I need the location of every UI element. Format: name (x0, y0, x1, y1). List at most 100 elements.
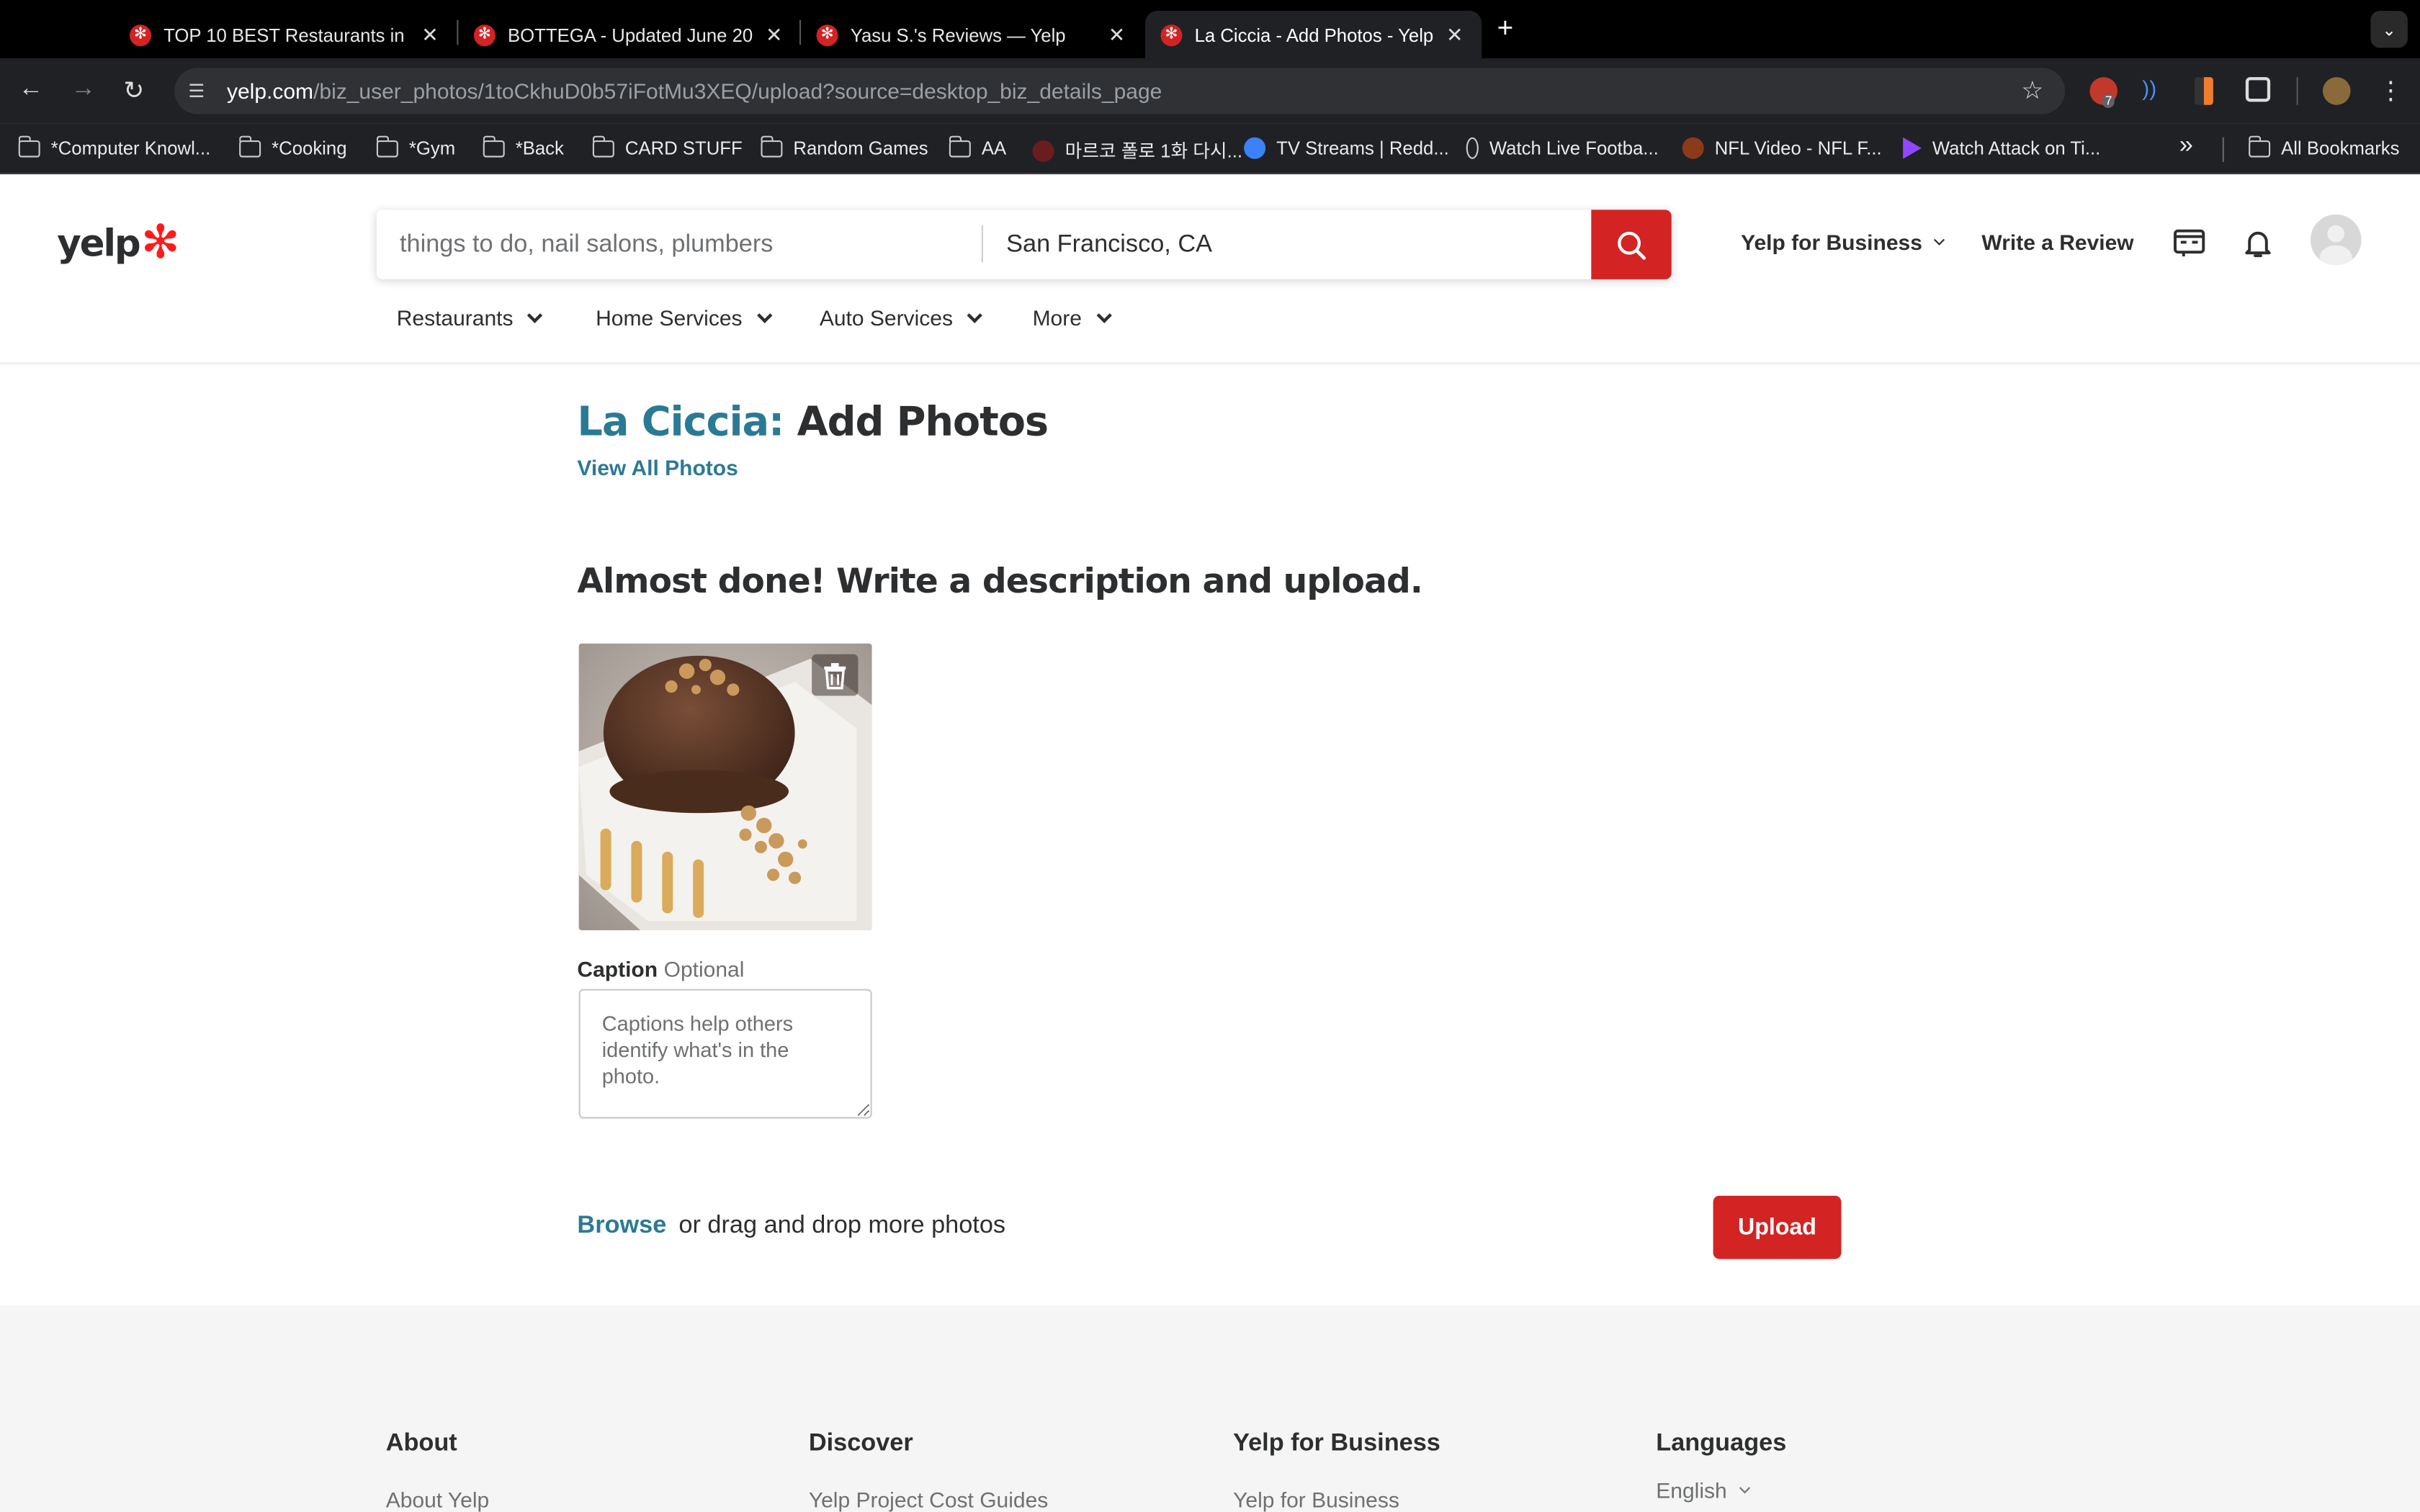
footer-link[interactable]: About Yelp (386, 1488, 490, 1512)
close-tab-icon[interactable]: ✕ (1446, 22, 1463, 47)
chevron-down-icon (1934, 233, 1946, 245)
yelp-favicon-icon: ✻ (1160, 24, 1183, 46)
bookmark-folder[interactable]: *Computer Knowl... (17, 135, 210, 159)
browser-tab[interactable]: ✻ Yasu S.'s Reviews — Yelp ✕ (801, 11, 1144, 58)
browse-link[interactable]: Browse (577, 1212, 666, 1238)
new-tab-icon[interactable]: + (1497, 12, 1514, 45)
upload-button[interactable]: Upload (1713, 1195, 1842, 1259)
site-footer: About About Yelp Discover Yelp Project C… (0, 1305, 2420, 1512)
forward-arrow-icon[interactable]: → (71, 76, 96, 104)
browser-tab-active[interactable]: ✻ La Ciccia - Add Photos - Yelp ✕ (1145, 11, 1482, 59)
bookmark-folder[interactable]: *Back (482, 135, 564, 159)
footer-column-languages: Languages English (1656, 1430, 1787, 1503)
close-tab-icon[interactable]: ✕ (766, 22, 782, 47)
user-avatar[interactable] (2310, 214, 2362, 266)
extensions-puzzle-icon[interactable] (2245, 77, 2271, 102)
messages-icon[interactable] (2172, 225, 2207, 267)
search-bar (376, 210, 1672, 279)
back-arrow-icon[interactable]: ← (19, 76, 43, 104)
folder-icon (375, 135, 398, 157)
search-icon (1618, 230, 1646, 259)
chevron-down-icon (1096, 307, 1112, 323)
search-input[interactable] (376, 210, 982, 279)
footer-link[interactable]: Yelp for Business (1233, 1488, 1440, 1512)
bookmark-folder[interactable]: CARD STUFF (591, 135, 743, 159)
more-bookmarks-icon[interactable]: » (2179, 132, 2193, 161)
extension-badge: 7 (2102, 94, 2115, 108)
close-tab-icon[interactable]: ✕ (1108, 22, 1125, 47)
browser-tab[interactable]: ✻ BOTTEGA - Updated June 2024 ✕ (458, 11, 801, 58)
read-aloud-icon[interactable]: )) (2142, 76, 2170, 104)
site-header: yelp ✻ Yelp for Business Write a Review (0, 174, 2420, 364)
toolbar-separator (2296, 77, 2298, 105)
site-settings-icon[interactable]: ☰ (188, 80, 212, 102)
chevron-down-icon (1739, 1482, 1750, 1493)
tab-title: La Ciccia - Add Photos - Yelp (1194, 24, 1434, 46)
chevron-down-icon (967, 307, 983, 323)
nav-home-services[interactable]: Home Services (596, 305, 773, 330)
bookmark-folder[interactable]: *Gym (375, 135, 455, 159)
business-name-link[interactable]: La Ciccia: (577, 400, 784, 446)
folder-icon (2248, 135, 2271, 157)
football-icon (1682, 137, 1704, 159)
footer-link[interactable]: Yelp Project Cost Guides (809, 1488, 1048, 1512)
bookmark-folder[interactable]: *Cooking (238, 135, 347, 159)
language-selector[interactable]: English (1656, 1478, 1786, 1503)
folder-icon (482, 135, 505, 157)
yelp-favicon-icon: ✻ (816, 24, 838, 46)
extension-icon[interactable] (2195, 77, 2213, 105)
yelp-favicon-icon: ✻ (473, 24, 496, 46)
view-all-photos-link[interactable]: View All Photos (577, 455, 738, 480)
browser-tab-bar: ✻ TOP 10 BEST Restaurants in San Francis… (0, 0, 2420, 59)
bookmark-link[interactable]: NFL Video - NFL F... (1682, 137, 1882, 159)
browse-row: Browse or drag and drop more photos (577, 1212, 1006, 1239)
bookmark-link[interactable]: Watch Attack on Ti... (1903, 137, 2100, 159)
site-favicon-icon (1244, 137, 1266, 159)
folder-icon (17, 135, 40, 157)
bookmark-link[interactable]: Watch Live Footba... (1466, 137, 1659, 159)
folder-icon (238, 135, 261, 157)
tab-search-chevron-icon[interactable]: ⌄ (2370, 11, 2408, 48)
location-input[interactable] (983, 210, 1592, 279)
delete-photo-button[interactable] (812, 654, 859, 696)
bookmarks-separator (2222, 137, 2224, 162)
footer-column-business: Yelp for Business Yelp for Business (1233, 1430, 1440, 1512)
profile-avatar-icon[interactable] (2323, 77, 2351, 105)
chevron-down-icon (527, 307, 544, 323)
section-heading: Almost done! Write a description and upl… (577, 563, 1422, 602)
nav-auto-services[interactable]: Auto Services (820, 305, 983, 330)
bookmark-link[interactable]: TV Streams | Redd... (1244, 137, 1449, 159)
bookmark-link[interactable]: 마르코 폴로 1화 다시... (1032, 138, 1242, 163)
nav-more[interactable]: More (1033, 305, 1112, 330)
notifications-bell-icon[interactable] (2241, 225, 2275, 269)
play-icon (1903, 137, 1922, 159)
folder-icon (948, 135, 971, 157)
bookmark-star-icon[interactable]: ☆ (2021, 76, 2043, 107)
kebab-menu-icon[interactable]: ⋮ (2378, 76, 2403, 107)
bookmarks-bar: *Computer Knowl... *Cooking *Gym *Back C… (0, 123, 2420, 175)
write-review-link[interactable]: Write a Review (1981, 230, 2133, 254)
all-bookmarks[interactable]: All Bookmarks (2248, 135, 2399, 159)
browser-tab[interactable]: ✻ TOP 10 BEST Restaurants in San Francis… (115, 11, 457, 58)
bookmark-folder[interactable]: AA (948, 135, 1006, 159)
site-favicon-icon (1466, 137, 1479, 159)
nav-restaurants[interactable]: Restaurants (397, 305, 544, 330)
footer-column-discover: Discover Yelp Project Cost Guides (808, 1430, 1049, 1512)
yelp-logo[interactable]: yelp ✻ (57, 220, 179, 266)
search-button[interactable] (1591, 210, 1672, 279)
tab-title: Yasu S.'s Reviews — Yelp (850, 24, 1066, 46)
close-tab-icon[interactable]: ✕ (421, 22, 438, 47)
caption-label: Caption Optional (577, 956, 745, 981)
yelp-for-business-menu[interactable]: Yelp for Business (1741, 230, 1946, 255)
tab-title: BOTTEGA - Updated June 2024 (508, 24, 753, 46)
bookmark-folder[interactable]: Random Games (760, 135, 928, 159)
folder-icon (591, 135, 614, 157)
folder-icon (760, 135, 783, 157)
address-bar[interactable]: ☰ yelp.com/biz_user_photos/1toCkhuD0b57i… (174, 68, 2066, 114)
trash-icon (824, 662, 846, 689)
caption-textarea[interactable] (578, 989, 872, 1119)
reload-icon[interactable]: ↻ (123, 76, 144, 107)
url-text: yelp.com/biz_user_photos/1toCkhuD0b57iFo… (227, 78, 1162, 104)
chevron-down-icon (757, 307, 773, 323)
tab-title: TOP 10 BEST Restaurants in San Francisco (163, 24, 409, 46)
